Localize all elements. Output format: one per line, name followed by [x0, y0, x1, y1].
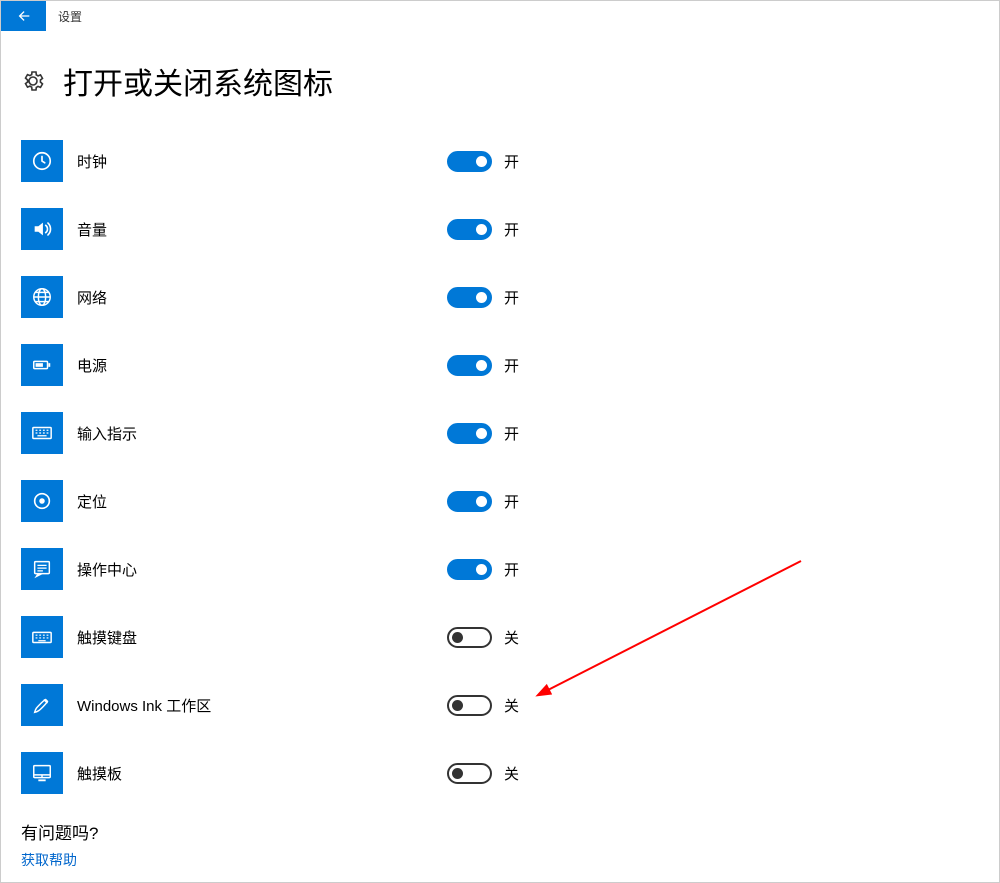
setting-row-ink: Windows Ink 工作区 关: [21, 671, 999, 739]
setting-row-network: 网络 开: [21, 263, 999, 331]
system-icons-list: 时钟开音量开网络开电源开输入指示开定位开操作中心开触摸键盘关Windows In…: [1, 127, 999, 807]
toggle-volume[interactable]: [447, 219, 492, 240]
help-section: 有问题吗? 获取帮助: [1, 807, 999, 882]
toggle-state-label-actioncenter: 开: [504, 559, 519, 580]
toggle-group-network: 开: [447, 287, 519, 308]
toggle-group-ime: 开: [447, 423, 519, 444]
toggle-state-label-ink: 关: [504, 695, 519, 716]
gear-icon: [21, 69, 45, 93]
ink-icon: [21, 684, 63, 726]
toggle-group-touchpad: 关: [447, 763, 519, 784]
setting-row-ime: 输入指示 开: [21, 399, 999, 467]
location-icon: [21, 480, 63, 522]
setting-row-volume: 音量 开: [21, 195, 999, 263]
setting-row-touchkb: 触摸键盘 关: [21, 603, 999, 671]
volume-icon: [21, 208, 63, 250]
toggle-state-label-network: 开: [504, 287, 519, 308]
page-title: 打开或关闭系统图标: [63, 59, 333, 103]
touch-keyboard-icon: [21, 616, 63, 658]
titlebar: 设置: [1, 1, 999, 31]
toggle-group-actioncenter: 开: [447, 559, 519, 580]
clock-icon: [21, 140, 63, 182]
back-button[interactable]: [1, 1, 46, 31]
setting-label-touchpad: 触摸板: [77, 763, 447, 784]
setting-label-clock: 时钟: [77, 151, 447, 172]
toggle-group-volume: 开: [447, 219, 519, 240]
keyboard-icon: [21, 412, 63, 454]
toggle-touchkb[interactable]: [447, 627, 492, 648]
toggle-network[interactable]: [447, 287, 492, 308]
setting-row-clock: 时钟 开: [21, 127, 999, 195]
setting-label-network: 网络: [77, 287, 447, 308]
toggle-ink[interactable]: [447, 695, 492, 716]
toggle-group-location: 开: [447, 491, 519, 512]
toggle-group-clock: 开: [447, 151, 519, 172]
setting-row-power: 电源 开: [21, 331, 999, 399]
toggle-state-label-touchkb: 关: [504, 627, 519, 648]
setting-row-location: 定位 开: [21, 467, 999, 535]
back-arrow-icon: [16, 8, 32, 24]
toggle-ime[interactable]: [447, 423, 492, 444]
network-icon: [21, 276, 63, 318]
toggle-touchpad[interactable]: [447, 763, 492, 784]
toggle-group-power: 开: [447, 355, 519, 376]
toggle-group-touchkb: 关: [447, 627, 519, 648]
window-title: 设置: [58, 8, 82, 25]
touchpad-icon: [21, 752, 63, 794]
setting-row-actioncenter: 操作中心 开: [21, 535, 999, 603]
toggle-state-label-volume: 开: [504, 219, 519, 240]
setting-label-ink: Windows Ink 工作区: [77, 695, 447, 716]
setting-label-volume: 音量: [77, 219, 447, 240]
toggle-group-ink: 关: [447, 695, 519, 716]
toggle-state-label-clock: 开: [504, 151, 519, 172]
page-header: 打开或关闭系统图标: [1, 31, 999, 127]
toggle-clock[interactable]: [447, 151, 492, 172]
power-icon: [21, 344, 63, 386]
toggle-state-label-touchpad: 关: [504, 763, 519, 784]
setting-label-actioncenter: 操作中心: [77, 559, 447, 580]
toggle-location[interactable]: [447, 491, 492, 512]
setting-label-touchkb: 触摸键盘: [77, 627, 447, 648]
toggle-state-label-power: 开: [504, 355, 519, 376]
setting-label-location: 定位: [77, 491, 447, 512]
toggle-actioncenter[interactable]: [447, 559, 492, 580]
toggle-state-label-location: 开: [504, 491, 519, 512]
help-question: 有问题吗?: [21, 819, 979, 844]
action-center-icon: [21, 548, 63, 590]
setting-label-power: 电源: [77, 355, 447, 376]
setting-row-touchpad: 触摸板 关: [21, 739, 999, 807]
setting-label-ime: 输入指示: [77, 423, 447, 444]
toggle-power[interactable]: [447, 355, 492, 376]
get-help-link[interactable]: 获取帮助: [21, 850, 979, 870]
toggle-state-label-ime: 开: [504, 423, 519, 444]
